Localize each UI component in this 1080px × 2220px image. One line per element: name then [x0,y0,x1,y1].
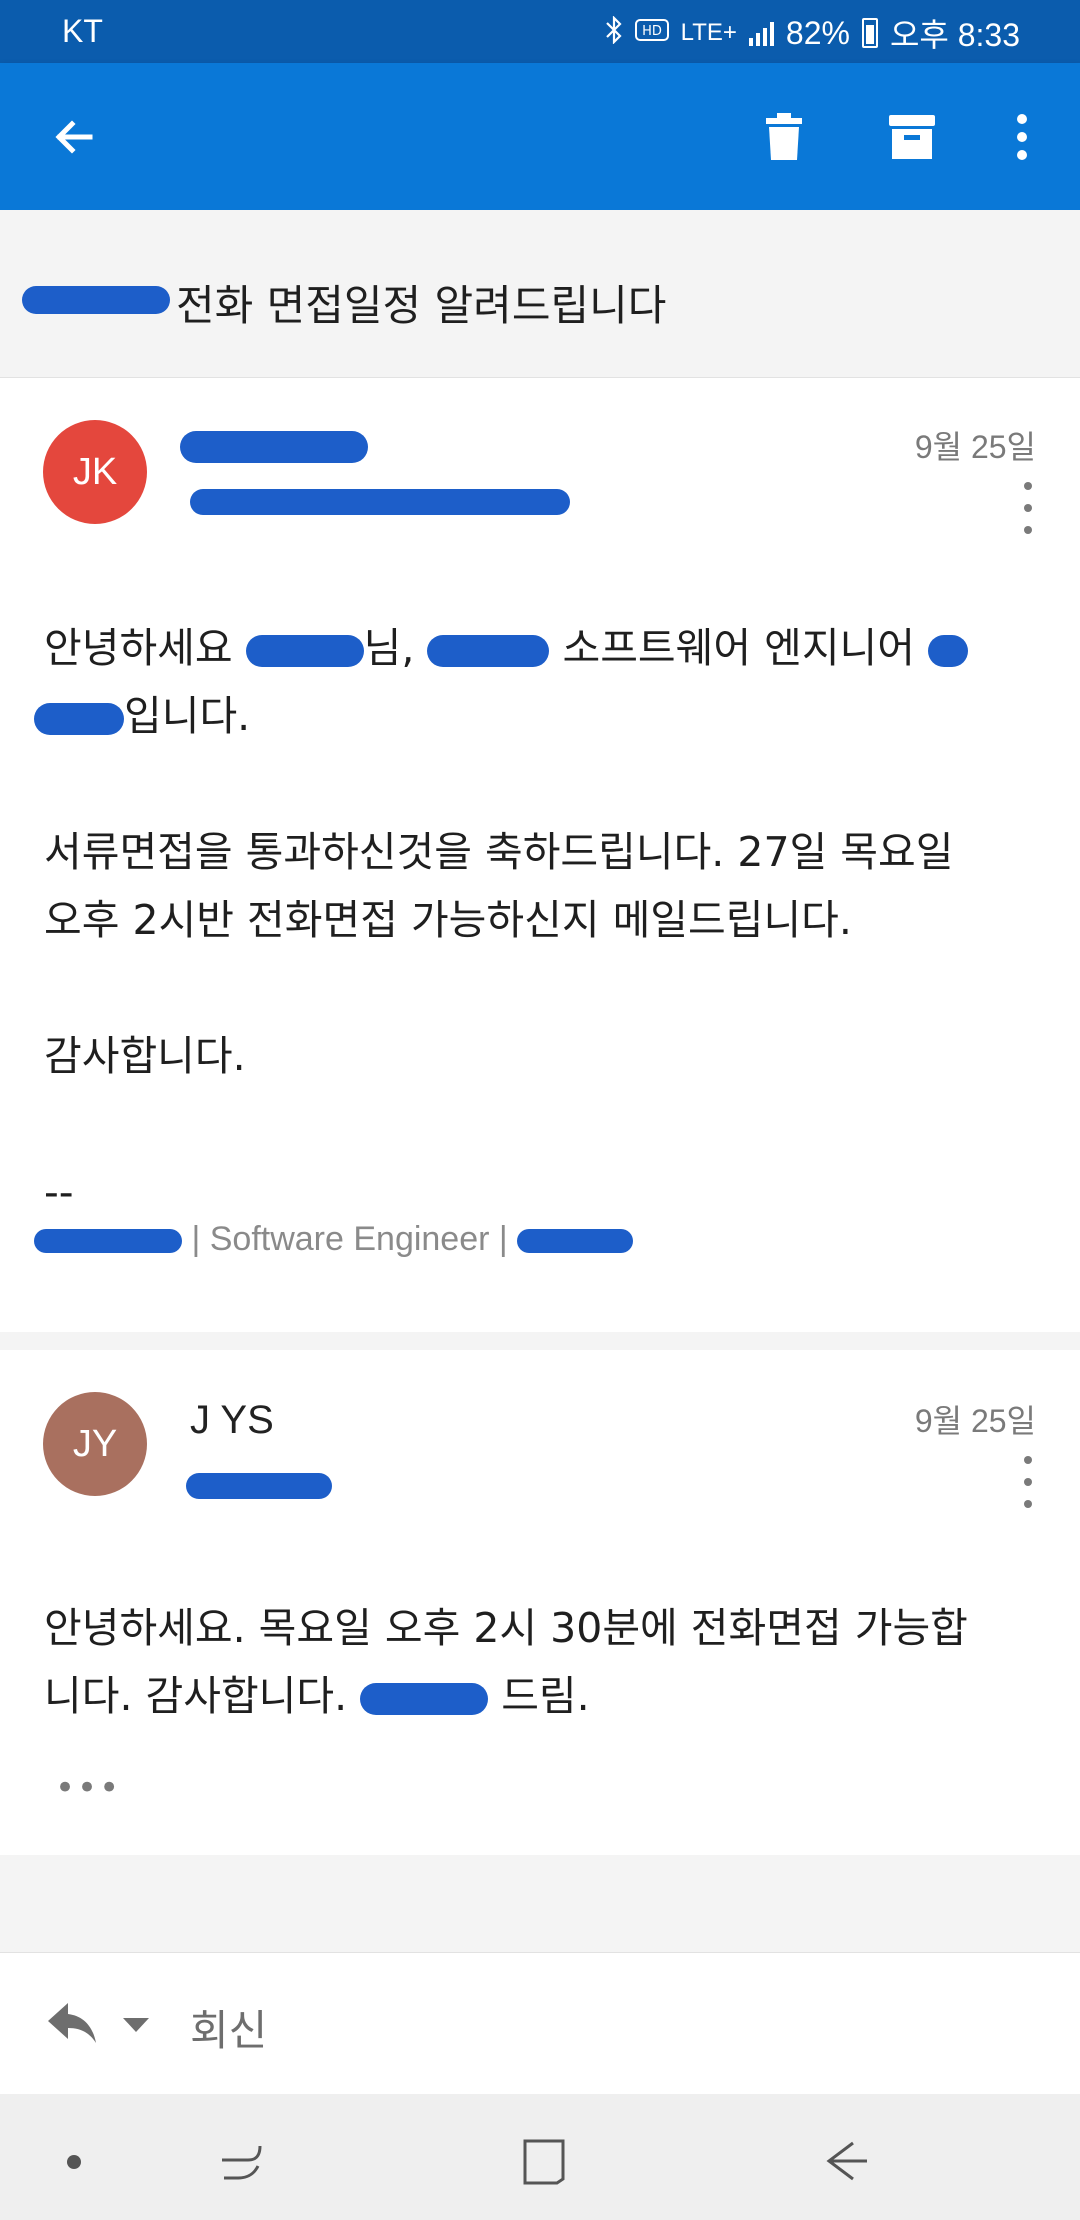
clock: 오후 8:33 [889,17,1020,53]
message-card[interactable]: JK 9월 25일 안녕하세요 님, 소프트웨어 엔지니어 입니다. 서류면접을… [0,378,1080,1332]
dot [1024,1456,1032,1464]
message-body: 안녕하세요. 목요일 오후 2시 30분에 전화면접 가능합 니다. 감사합니다… [44,1594,1034,1730]
paragraph: 오후 2시반 전화면접 가능하신지 메일드립니다. [44,896,852,944]
show-quoted-text-button[interactable]: ••• [55,1768,121,1808]
svg-text:HD: HD [642,24,662,39]
dot [1024,482,1032,490]
message-more-button[interactable] [1016,482,1040,534]
redaction [34,1229,182,1254]
hd-voice-icon: HD [634,17,669,50]
avatar[interactable]: JK [43,420,147,524]
battery-percent: 82% [785,14,850,51]
redaction [34,703,124,735]
signal-icon [748,20,774,46]
bluetooth-icon [605,14,623,51]
dot [1024,1500,1032,1508]
status-bar: KT HD LTE+ 82% 오후 8:33 [0,0,1080,63]
system-back-button[interactable] [816,2132,876,2192]
message-card[interactable]: JY J YS 9월 25일 안녕하세요. 목요일 오후 2시 30분에 전화면… [0,1350,1080,1855]
dot [1024,1478,1032,1486]
carrier-label: KT [62,13,103,49]
message-date: 9월 25일 [914,1403,1036,1439]
redaction [22,286,170,314]
caret-down-icon [123,2018,149,2032]
reply-label[interactable]: 회신 [190,1997,267,2058]
archive-icon [889,115,935,159]
paragraph: 안녕하세요. 목요일 오후 2시 30분에 전화면접 가능합 [44,1604,968,1652]
reply-options-dropdown[interactable] [120,2009,152,2041]
redaction [427,635,550,667]
battery-icon [861,18,878,48]
nav-dot-button[interactable] [44,2132,104,2192]
back-button[interactable] [36,99,112,175]
greeting-paragraph: 안녕하세요 님, 소프트웨어 엔지니어 [44,614,1034,682]
redaction [928,635,969,667]
message-more-button[interactable] [1016,1456,1040,1508]
message-date: 9월 25일 [914,429,1036,465]
system-nav-bar [0,2094,1080,2220]
trash-icon [766,113,802,160]
reply-bar: 회신 [0,1952,1080,2095]
paragraph: 서류면접을 통과하신것을 축하드립니다. 27일 목요일 [44,828,954,876]
sender-email-redacted [190,489,570,515]
network-type: LTE+ [680,19,737,46]
sender-name: J YS [190,1398,274,1442]
arrow-left-icon [55,120,93,154]
avatar[interactable]: JY [43,1392,147,1496]
recents-icon [222,2145,262,2180]
sender-email-redacted [186,1473,332,1499]
recents-button[interactable] [212,2132,272,2192]
dot [1024,504,1032,512]
email-subject: 전화 면접일정 알려드립니다 [176,281,667,330]
app-bar [0,63,1080,210]
dot-icon [67,2155,81,2169]
reply-icon [48,2003,96,2043]
signature-separator: -- [44,1168,74,1216]
redaction [245,635,364,667]
paragraph: 니다. 감사합니다. 드림. [44,1672,590,1720]
message-body: 안녕하세요 님, 소프트웨어 엔지니어 입니다. 서류면접을 통과하신것을 축하… [34,614,1034,1226]
subject-header: 전화 면접일정 알려드립니다 [0,210,1080,378]
archive-button[interactable] [874,99,950,175]
reply-button[interactable] [46,1999,98,2049]
greeting-paragraph-cont: 입니다. [34,682,1034,750]
home-button[interactable] [514,2132,574,2192]
sender-name-redacted [180,431,368,463]
status-icons: HD LTE+ 82% 오후 8:33 [605,10,1020,56]
nav-back-icon [826,2141,867,2181]
dot [1024,526,1032,534]
signature: | Software Engineer | [34,1220,634,1259]
delete-button[interactable] [746,99,822,175]
redaction [360,1683,489,1715]
home-icon [523,2139,565,2185]
more-vert-icon [1017,114,1027,160]
more-options-button[interactable] [984,99,1060,175]
paragraph: 감사합니다. [44,1032,246,1080]
redaction [517,1229,634,1254]
